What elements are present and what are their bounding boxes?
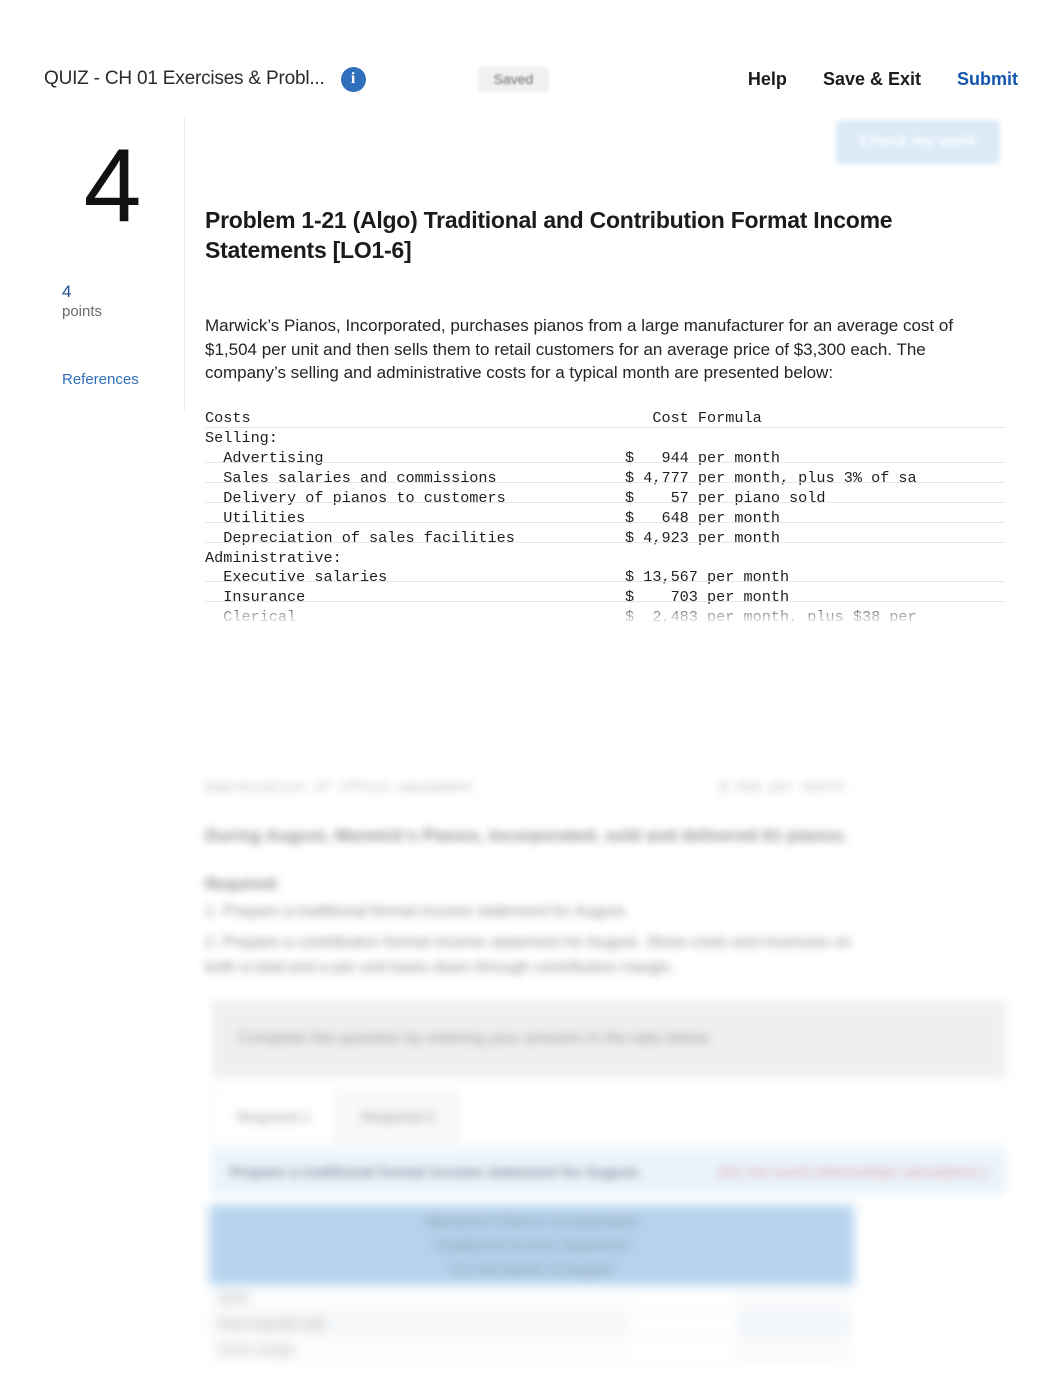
saved-status-badge: Saved — [477, 66, 550, 92]
sheet-header-line-3: For the Month of August — [450, 1261, 613, 1277]
points-label: points — [62, 302, 103, 320]
cost-table-row: Delivery of pianos to customers $ 57 per … — [205, 489, 1005, 509]
requirement-tabs[interactable]: Required 1 Required 2 — [212, 1089, 1006, 1147]
cost-table-row: Utilities $ 648 per month — [205, 509, 1005, 529]
top-bar: QUIZ - CH 01 Exercises & Probl... i Save… — [44, 46, 1018, 112]
sheet-header-line-1: Marwick's Pianos, Incorporated — [426, 1213, 637, 1229]
quiz-page: QUIZ - CH 01 Exercises & Probl... i Save… — [0, 0, 1062, 1377]
answer-prompt-banner: Complete this question by entering your … — [212, 1000, 1006, 1078]
lower-content-blurred: Depreciation of office equipment $ 940 p… — [205, 780, 1018, 980]
sheet-cell-amount[interactable] — [739, 1285, 852, 1310]
references-link[interactable]: References — [62, 371, 176, 388]
table-row: Gross margin — [209, 1337, 854, 1363]
ghost-cost-value: $ 940 per month — [718, 780, 845, 796]
table-row: Cost of goods sold — [209, 1311, 854, 1337]
table-rule — [205, 542, 1005, 544]
problem-main: Problem 1-21 (Algo) Traditional and Cont… — [205, 118, 1018, 632]
problem-statement: Marwick’s Pianos, Incorporated, purchase… — [205, 315, 954, 383]
cost-value: $ 4,923 per month — [625, 528, 780, 547]
sheet-cell-label[interactable]: Gross margin — [209, 1337, 627, 1362]
cost-table-row: Depreciation of sales facilities $ 4,923 … — [205, 529, 1005, 549]
cost-value: $ 4,777 per month, plus 3% of sa — [625, 468, 917, 487]
cost-value: $ 648 per month — [625, 508, 780, 527]
cost-label: Costs — [205, 409, 251, 428]
table-rule — [205, 482, 1005, 484]
table-rule — [205, 427, 1005, 429]
cost-label: Advertising — [205, 448, 324, 467]
cost-value: $ 13,567 per month — [625, 568, 790, 587]
cost-table-row: Sales salaries and commissions $ 4,777 pe… — [205, 469, 1005, 489]
cost-value: Cost Formula — [625, 409, 762, 428]
ghost-cost-label: Depreciation of office equipment — [205, 780, 474, 796]
cost-value: $ 57 per piano sold — [625, 488, 826, 507]
cost-table-row: Advertising $ 944 per month — [205, 449, 1005, 469]
tab-required-2[interactable]: Required 2 — [336, 1089, 460, 1145]
sheet-header-line-2: Traditional Income Statement — [433, 1237, 630, 1253]
income-statement-sheet: Marwick's Pianos, Incorporated Tradition… — [209, 1205, 854, 1363]
cost-label: Selling: — [205, 429, 278, 448]
sheet-cell-input[interactable] — [627, 1337, 739, 1362]
points-value: 4 — [62, 282, 72, 301]
sheet-header: Marwick's Pianos, Incorporated Tradition… — [209, 1205, 854, 1285]
cost-table-header-row: Costs Cost Formula — [205, 409, 1005, 429]
table-row: Sales — [209, 1285, 854, 1311]
august-sales-note: During August, Marwick’s Pianos, Incorpo… — [205, 826, 849, 845]
required-label: Required: — [205, 876, 280, 893]
requirement-text: Prepare a traditional format income stat… — [230, 1163, 642, 1181]
cost-label: Executive salaries — [205, 568, 388, 587]
help-button[interactable]: Help — [748, 69, 787, 90]
cost-label: Utilities — [205, 508, 306, 527]
cost-table-row: Selling: — [205, 429, 1005, 449]
table-rule — [205, 462, 1005, 464]
page-title: Problem 1-21 (Algo) Traditional and Cont… — [205, 207, 893, 263]
sheet-cell-input[interactable] — [627, 1311, 739, 1336]
question-number: 4 — [83, 128, 142, 244]
required-item-2: 2. Prepare a contribution format income … — [205, 933, 852, 976]
sheet-cell-amount[interactable] — [739, 1311, 852, 1336]
required-item-1: 1. Prepare a traditional format income s… — [205, 903, 629, 920]
requirement-instruction-band: Prepare a traditional format income stat… — [212, 1150, 1006, 1194]
table-fade — [205, 601, 1005, 632]
table-rule — [205, 581, 1005, 583]
cost-label: Depreciation of sales facilities — [205, 528, 515, 547]
table-rule — [205, 502, 1005, 504]
cost-table-row: Administrative: — [205, 549, 1005, 569]
rail-divider — [184, 118, 185, 410]
cost-table: Costs Cost Formula Selling: Advertising $ … — [205, 409, 1005, 632]
quiz-title: QUIZ - CH 01 Exercises & Probl... — [44, 68, 325, 89]
question-rail: 4 4 points References — [52, 118, 176, 388]
submit-button[interactable]: Submit — [957, 69, 1018, 90]
tab-required-1[interactable]: Required 1 — [212, 1089, 336, 1145]
requirement-warning: (Do not round intermediate calculations.… — [717, 1163, 988, 1181]
cost-table-row: Executive salaries $ 13,567 per month — [205, 568, 1005, 588]
cost-label: Delivery of pianos to customers — [205, 488, 506, 507]
sheet-cell-label[interactable]: Cost of goods sold — [209, 1311, 627, 1336]
sheet-cell-label[interactable]: Sales — [209, 1285, 627, 1310]
ghost-cost-row: Depreciation of office equipment $ 940 p… — [205, 780, 845, 796]
info-icon[interactable]: i — [340, 66, 366, 92]
cost-value: $ 944 per month — [625, 448, 780, 467]
sheet-cell-amount[interactable] — [739, 1337, 852, 1362]
cost-label: Sales salaries and commissions — [205, 468, 497, 487]
save-and-exit-button[interactable]: Save & Exit — [823, 69, 921, 90]
cost-label: Administrative: — [205, 548, 342, 567]
table-rule — [205, 522, 1005, 524]
sheet-cell-input[interactable] — [627, 1285, 739, 1310]
sheet-body: Sales Cost of goods sold Gross margin — [209, 1285, 854, 1363]
